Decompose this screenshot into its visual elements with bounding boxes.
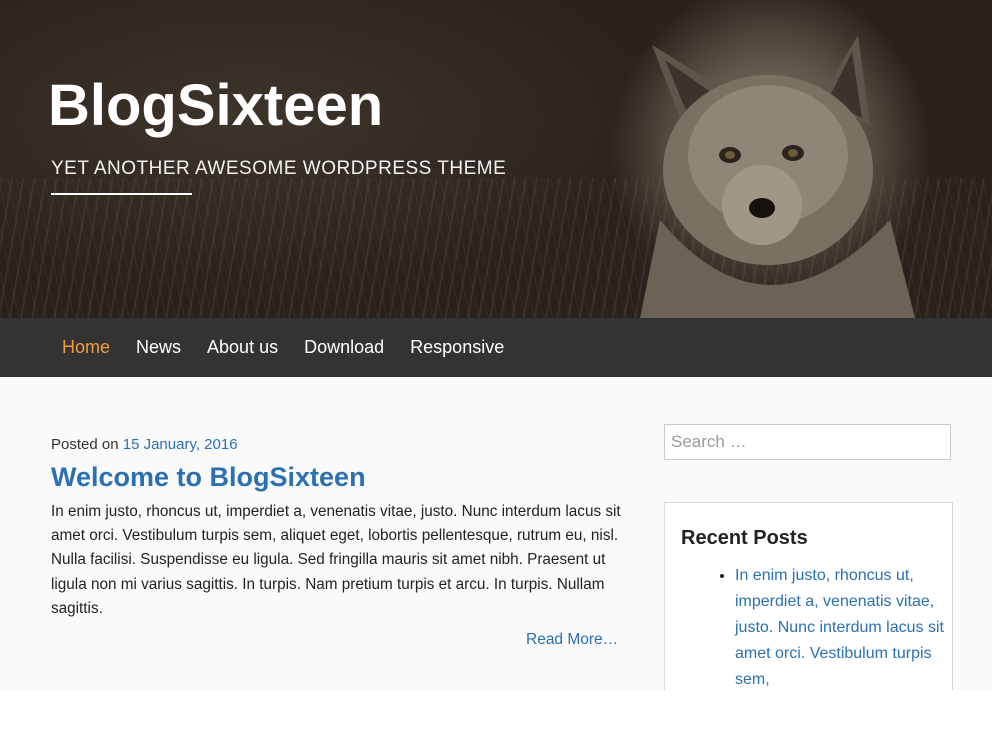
posted-on-label: Posted on [51, 436, 119, 453]
read-more-link[interactable]: Read More… [526, 631, 618, 649]
nav-item-responsive[interactable]: Responsive [410, 337, 504, 358]
post-title[interactable]: Welcome to BlogSixteen [51, 462, 366, 493]
site-header: BlogSixteen YET ANOTHER AWESOME WORDPRES… [0, 0, 992, 318]
recent-posts-widget: Recent Posts In enim justo, rhoncus ut, … [664, 502, 953, 690]
recent-posts-list: In enim justo, rhoncus ut, imperdiet a, … [717, 563, 957, 690]
post-date-link[interactable]: 15 January, 2016 [123, 436, 238, 453]
post-excerpt: In enim justo, rhoncus ut, imperdiet a, … [51, 503, 621, 617]
list-item: In enim justo, rhoncus ut, imperdiet a, … [735, 563, 957, 690]
site-tagline: YET ANOTHER AWESOME WORDPRESS THEME [51, 158, 507, 179]
main-navigation: Home News About us Download Responsive [0, 318, 992, 377]
nav-item-download[interactable]: Download [304, 337, 384, 358]
tagline-divider [51, 193, 192, 195]
page: BlogSixteen YET ANOTHER AWESOME WORDPRES… [0, 0, 992, 690]
recent-post-link[interactable]: In enim justo, rhoncus ut, imperdiet a, … [735, 567, 944, 688]
post-meta: Posted on 15 January, 2016 [51, 436, 238, 453]
site-title[interactable]: BlogSixteen [48, 72, 383, 139]
nav-item-home[interactable]: Home [62, 337, 110, 358]
search-input[interactable] [664, 424, 951, 460]
recent-posts-title: Recent Posts [681, 527, 808, 549]
nav-item-about-us[interactable]: About us [207, 337, 278, 358]
fox-image [640, 35, 915, 318]
nav-item-news[interactable]: News [136, 337, 181, 358]
